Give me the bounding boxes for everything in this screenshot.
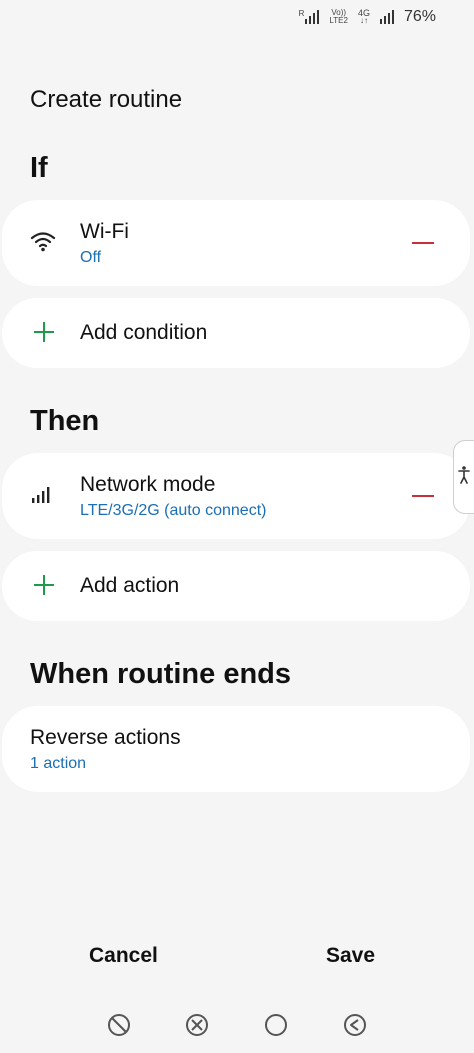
battery-level: 76% [403, 8, 436, 25]
sim-signal: R [299, 10, 320, 24]
add-action-button[interactable]: Add action [2, 551, 470, 621]
condition-card-wifi[interactable]: Wi-Fi Off [2, 200, 470, 286]
then-section-title: Then [30, 405, 100, 437]
reverse-actions-label: Reverse actions [30, 726, 181, 749]
signal-bars-icon [30, 485, 52, 510]
wifi-icon [30, 230, 56, 257]
action-card-network-mode[interactable]: Network mode LTE/3G/2G (auto connect) [2, 453, 470, 539]
reverse-actions-value: 1 action [30, 755, 87, 772]
condition-name: Wi-Fi [80, 220, 129, 243]
cancel-circle-icon[interactable] [184, 1012, 210, 1038]
add-action-label: Add action [80, 574, 180, 597]
back-circle-icon[interactable] [342, 1012, 368, 1038]
home-circle-icon[interactable] [263, 1012, 289, 1038]
add-condition-label: Add condition [80, 321, 208, 344]
network-type-indicator: 4G ↓↑ [358, 9, 370, 25]
plus-icon [34, 322, 54, 342]
blocked-circle-icon[interactable] [106, 1012, 132, 1038]
condition-value: Off [80, 249, 102, 266]
cancel-button[interactable]: Cancel [89, 944, 158, 968]
if-section-title: If [30, 152, 48, 184]
page-title: Create routine [30, 86, 183, 113]
volte-indicator: Vo)) LTE2 [329, 9, 348, 25]
add-condition-button[interactable]: Add condition [2, 298, 470, 368]
action-value: LTE/3G/2G (auto connect) [80, 502, 267, 519]
remove-condition-button[interactable] [412, 242, 434, 244]
navigation-bar [0, 1010, 474, 1040]
remove-action-button[interactable] [412, 495, 434, 497]
accessibility-icon [458, 465, 470, 489]
status-bar: R Vo)) LTE2 4G ↓↑ 76% [299, 8, 436, 26]
ends-section-title: When routine ends [30, 658, 291, 690]
data-arrows-icon: ↓↑ [359, 16, 368, 25]
signal-icon-2 [379, 10, 394, 24]
action-name: Network mode [80, 473, 216, 496]
plus-icon [34, 575, 54, 595]
volte-bottom: LTE2 [329, 16, 348, 25]
accessibility-handle[interactable] [453, 440, 474, 514]
reverse-actions-item[interactable]: Reverse actions 1 action [2, 706, 470, 792]
save-button[interactable]: Save [326, 944, 375, 968]
signal-icon [305, 10, 320, 24]
sim-label: R [298, 9, 305, 18]
